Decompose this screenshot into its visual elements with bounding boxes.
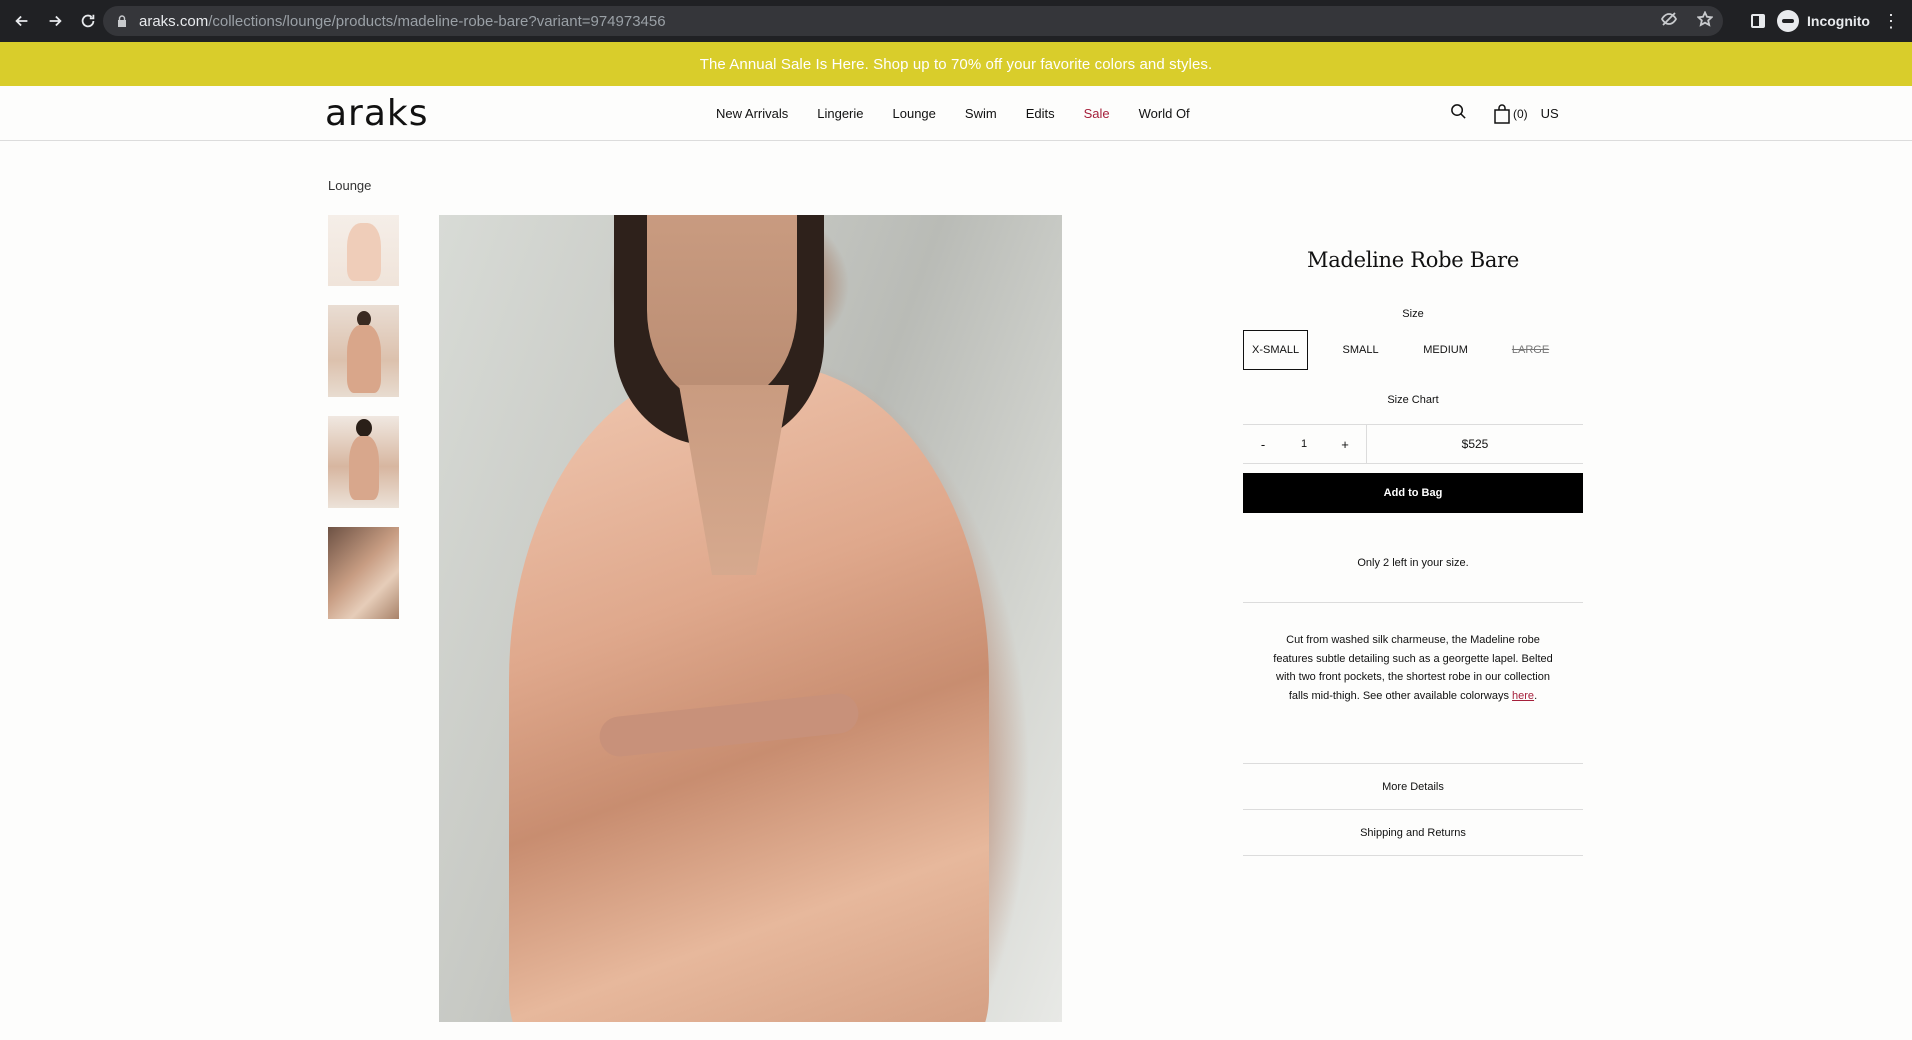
size-option-small[interactable]: SMALL [1328,330,1393,370]
qty-increase-button[interactable]: + [1325,437,1365,452]
profile-label: Incognito [1807,13,1870,29]
product-title: Madeline Robe Bare [1307,248,1519,272]
promo-banner[interactable]: The Annual Sale Is Here. Shop up to 70% … [0,42,1912,86]
thumbnail-1[interactable] [328,215,399,286]
product-panel: Madeline Robe Bare Size X-SMALL SMALL ME… [1243,215,1583,856]
quantity-stepper: - 1 + [1243,424,1367,464]
eye-off-icon[interactable] [1660,11,1678,32]
bag-button[interactable]: (0) [1493,103,1528,124]
more-details-accordion[interactable]: More Details [1243,764,1583,810]
quantity-price-row: - 1 + $525 [1243,424,1583,464]
back-icon[interactable] [6,5,38,37]
thumbnail-4[interactable] [328,527,399,619]
size-option-large[interactable]: LARGE [1498,330,1563,370]
browser-toolbar: araks.com/collections/lounge/products/ma… [0,0,1912,42]
colorways-link[interactable]: here [1512,690,1534,702]
shipping-returns-accordion[interactable]: Shipping and Returns [1243,810,1583,856]
nav-lingerie[interactable]: Lingerie [817,106,863,121]
promo-text: The Annual Sale Is Here. Shop up to 70% … [699,55,1213,73]
shopping-bag-icon [1494,103,1510,124]
product-main-image[interactable] [439,215,1062,1022]
add-to-bag-button[interactable]: Add to Bag [1243,473,1583,513]
side-panel-icon[interactable] [1751,14,1765,28]
thumbnail-2[interactable] [328,305,399,397]
forward-icon[interactable] [39,5,71,37]
incognito-profile[interactable]: Incognito [1777,10,1870,32]
nav-new-arrivals[interactable]: New Arrivals [716,106,788,121]
product-price: $525 [1461,437,1489,451]
search-icon[interactable] [1450,103,1467,125]
breadcrumb[interactable]: Lounge [328,178,371,193]
url-host: araks.com [139,12,209,30]
size-chart-link[interactable]: Size Chart [1243,394,1583,406]
size-option-x-small[interactable]: X-SMALL [1243,330,1309,370]
thumbnail-3[interactable] [328,416,399,508]
url-path: /collections/lounge/products/madeline-ro… [208,12,666,30]
description-text: Cut from washed silk charmeuse, the Made… [1273,634,1553,702]
main-nav: New Arrivals Lingerie Lounge Swim Edits … [716,86,1219,141]
qty-value[interactable]: 1 [1283,438,1325,450]
site-header: araks New Arrivals Lingerie Lounge Swim … [0,86,1912,141]
nav-world-of[interactable]: World Of [1139,106,1190,121]
lock-icon [118,15,126,27]
more-menu-icon[interactable]: ⋮ [1882,12,1900,30]
nav-lounge[interactable]: Lounge [893,106,936,121]
stock-note: Only 2 left in your size. [1357,557,1469,569]
size-selector: X-SMALL SMALL MEDIUM LARGE [1243,330,1583,370]
reload-icon[interactable] [72,5,104,37]
incognito-icon [1777,10,1799,32]
address-bar[interactable]: araks.com/collections/lounge/products/ma… [103,6,1723,36]
description-end: . [1534,689,1538,702]
bag-count: (0) [1513,106,1528,121]
region-selector[interactable]: US [1541,106,1559,121]
qty-decrease-button[interactable]: - [1243,437,1283,452]
header-tools: (0) US [1450,86,1559,141]
nav-edits[interactable]: Edits [1026,106,1055,121]
url-text: araks.com/collections/lounge/products/ma… [139,13,666,30]
nav-swim[interactable]: Swim [965,106,997,121]
nav-sale[interactable]: Sale [1084,106,1110,121]
product-thumbnails [328,215,399,638]
size-label: Size [1402,308,1424,320]
bookmark-star-icon[interactable] [1696,9,1714,32]
product-description: Cut from washed silk charmeuse, the Made… [1243,603,1583,763]
site-logo[interactable]: araks [325,96,429,132]
size-option-medium[interactable]: MEDIUM [1413,330,1478,370]
